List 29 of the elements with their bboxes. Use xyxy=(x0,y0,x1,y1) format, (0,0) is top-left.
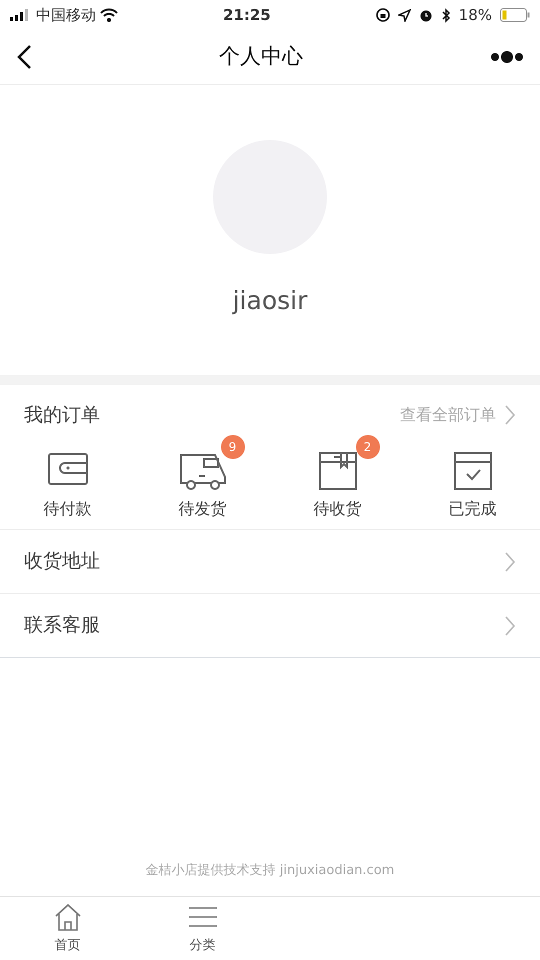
count-badge: 2 xyxy=(356,435,380,459)
back-icon[interactable] xyxy=(16,44,32,70)
section-title: 我的订单 xyxy=(24,402,100,428)
order-status-link[interactable]: 待发货 xyxy=(178,497,226,521)
tab-item[interactable]: 分类 xyxy=(135,897,270,960)
alarm-icon xyxy=(418,8,433,22)
count-badge: 9 xyxy=(220,435,244,459)
chevron-icon xyxy=(504,550,516,572)
location-icon xyxy=(398,8,411,22)
menu-row[interactable]: 联系客服 xyxy=(0,593,540,657)
order-status-link[interactable]: 待收货 xyxy=(314,497,362,521)
tab-item[interactable]: 首页 xyxy=(0,897,135,960)
home-icon xyxy=(52,902,82,932)
status-time: 21:25 xyxy=(222,4,271,26)
bluetooth-icon xyxy=(440,8,451,22)
order-status-link[interactable]: 已完成 xyxy=(448,497,496,521)
order-status-link[interactable]: 待付款 xyxy=(44,497,92,521)
battery-icon xyxy=(500,8,530,22)
carrier-name: 中国移动 xyxy=(36,4,96,26)
page-title: 个人中心 xyxy=(219,43,303,70)
chevron-icon xyxy=(504,614,516,636)
menu-row[interactable]: 收货地址 xyxy=(0,529,540,593)
more-icon[interactable] xyxy=(490,50,524,64)
chevron-icon xyxy=(504,404,516,426)
battery-percent: 18% xyxy=(458,4,492,26)
rotation-lock-icon xyxy=(376,8,390,22)
username: jiaosir xyxy=(232,285,308,318)
footer-text: 金桔小店提供技术支持 jinjuxiaodian.com xyxy=(146,862,394,880)
wifi-icon xyxy=(100,8,118,22)
